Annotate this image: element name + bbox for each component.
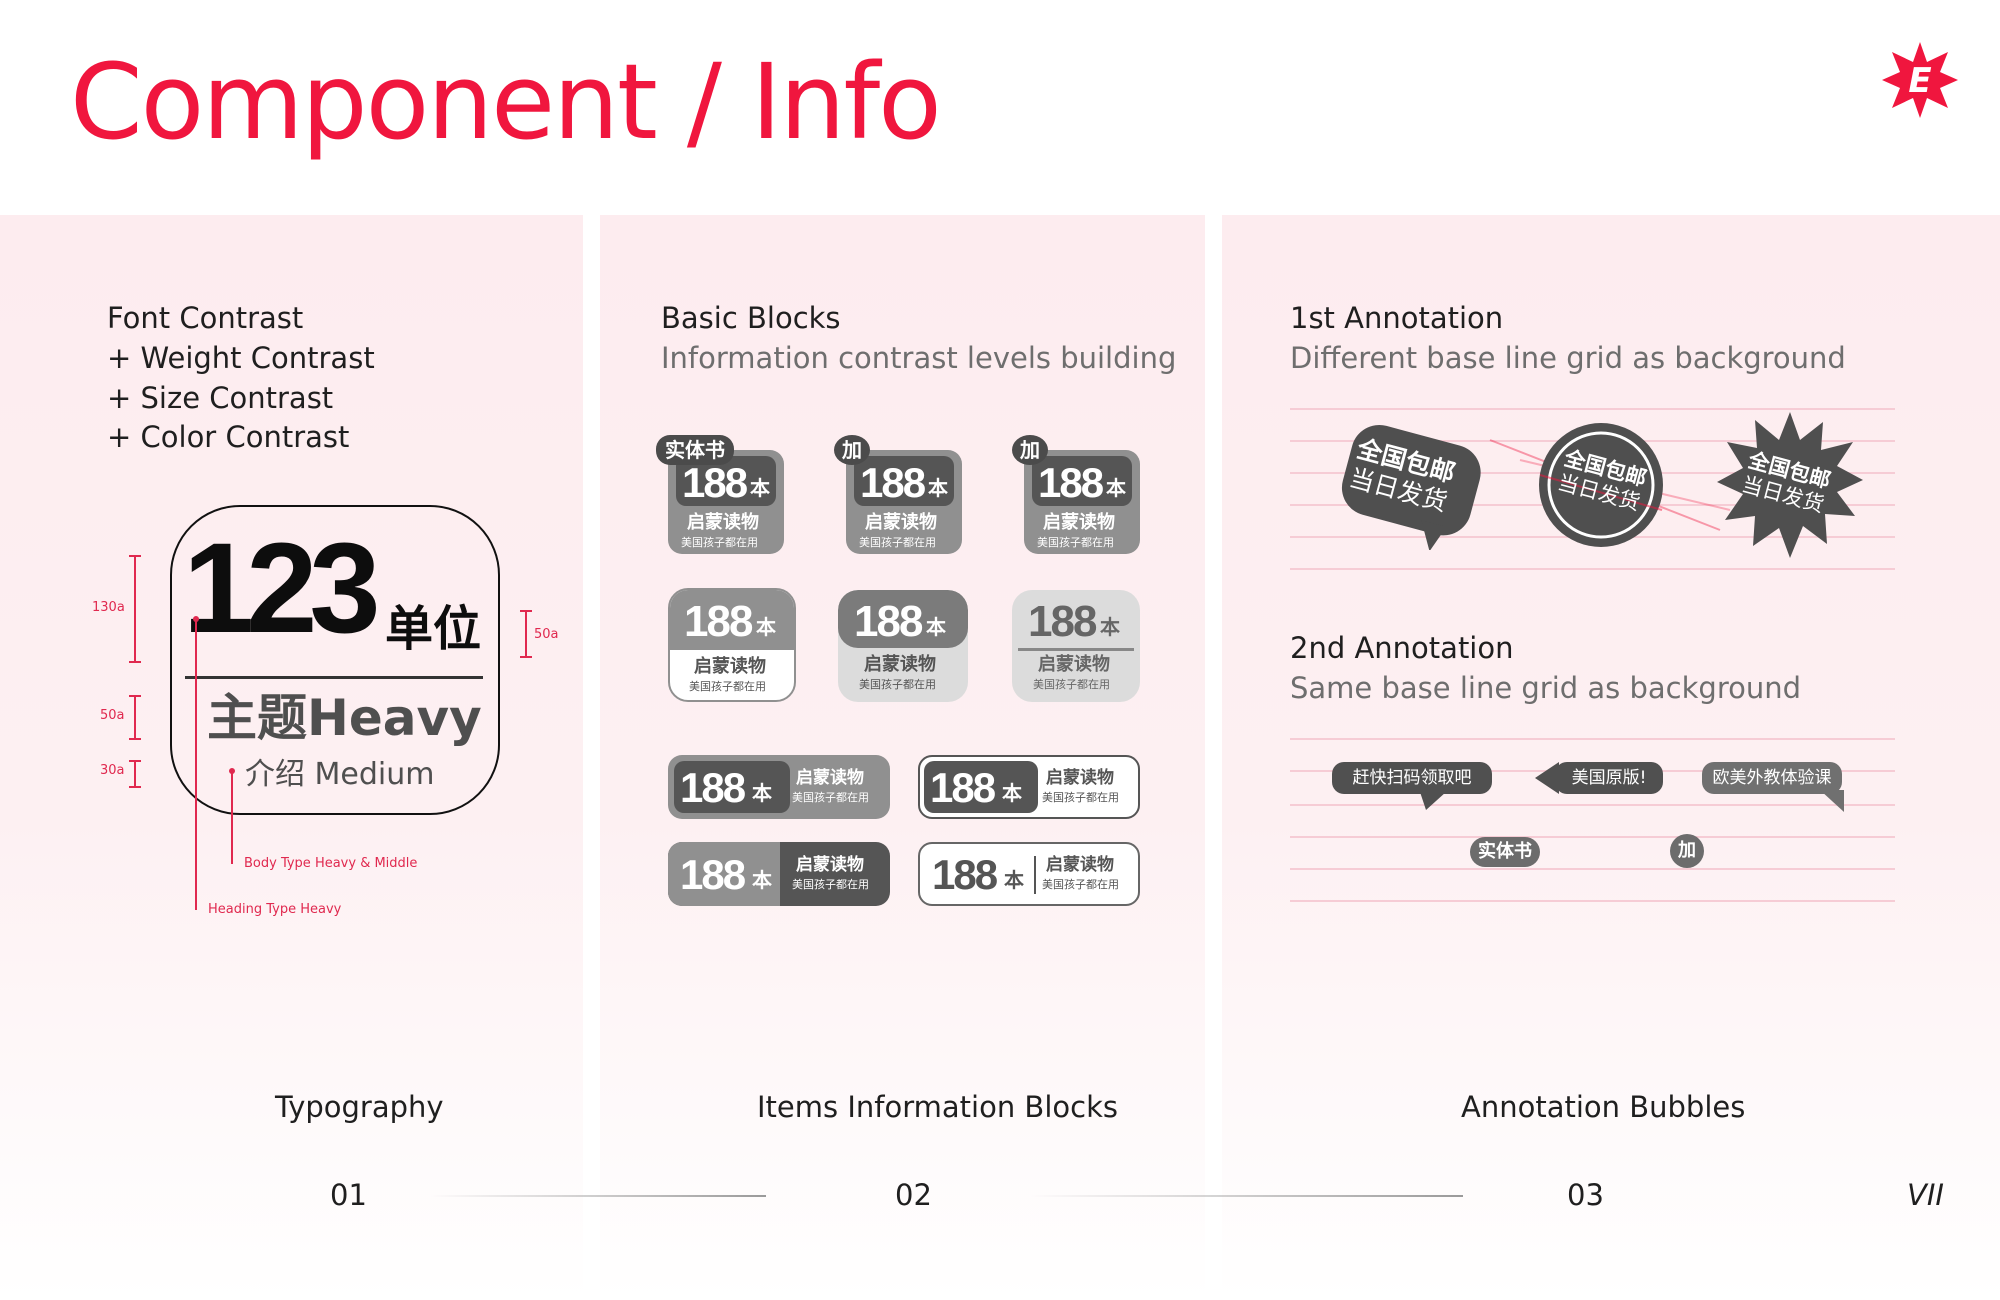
typo-line-1: Font Contrast <box>107 301 304 335</box>
info-block: 188 本 启蒙读物 美国孩子都在用 <box>838 590 968 702</box>
grid-line <box>1290 836 1895 838</box>
dim-bar-30 <box>134 760 136 788</box>
grid-line <box>1290 568 1895 570</box>
footer-num-03: 03 <box>1567 1178 1604 1212</box>
dim-label-50: 50a <box>100 708 125 723</box>
footer-num-02: 02 <box>895 1178 932 1212</box>
dim-cap <box>520 610 532 612</box>
bubble-tail-icon <box>1820 790 1844 812</box>
typo-big-unit: 单位 <box>385 601 482 657</box>
bubble-tail-icon <box>1420 792 1446 810</box>
grid-line <box>1290 738 1895 740</box>
footer-blocks: Items Information Blocks <box>757 1090 1118 1124</box>
bubble-scan-code: 赶快扫码领取吧 <box>1332 762 1492 794</box>
typo-divider <box>185 676 483 679</box>
info-block-wide: 188 本 启蒙读物 美国孩子都在用 <box>918 842 1140 906</box>
footer-connector <box>1030 1195 1463 1197</box>
dim-label-50-right: 50a <box>534 627 559 642</box>
info-block: 188 本 启蒙读物 美国孩子都在用 <box>1012 590 1140 702</box>
dim-cap <box>129 555 141 557</box>
grid-line <box>1290 868 1895 870</box>
annotation-second-title: 2nd Annotation <box>1290 631 1514 665</box>
info-block-wide: 188 本 启蒙读物 美国孩子都在用 <box>918 755 1140 819</box>
dim-label-30: 30a <box>100 763 125 778</box>
note-body-type: Body Type Heavy & Middle <box>244 856 418 871</box>
typo-heavy-text: 主题Heavy <box>207 689 482 747</box>
footer-annotation: Annotation Bubbles <box>1461 1090 1746 1124</box>
blocks-title: Basic Blocks <box>661 301 841 335</box>
pill-add: 加 <box>1670 834 1704 868</box>
page-title: Component / Info <box>70 41 942 163</box>
info-block: 188 本 启蒙读物 美国孩子都在用 <box>668 588 796 702</box>
page-number: VII <box>1907 1178 1944 1212</box>
typo-line-2: + Weight Contrast <box>107 341 375 375</box>
info-block: 188 本 启蒙读物 美国孩子都在用 <box>1024 450 1140 554</box>
blocks-subtitle: Information contrast levels building <box>661 341 1177 375</box>
grid-line <box>1290 900 1895 902</box>
typo-big-number: 123 <box>183 517 381 660</box>
tag-add: 加 <box>1012 435 1048 465</box>
annotation-first-subtitle: Different base line grid as background <box>1290 341 1846 375</box>
dim-bar-50-right <box>525 610 527 658</box>
dim-cap <box>129 738 141 740</box>
grid-line <box>1290 804 1895 806</box>
body-leader-line <box>231 772 233 864</box>
info-block-wide: 188 本 启蒙读物 美国孩子都在用 <box>668 755 890 819</box>
annotation-second-subtitle: Same base line grid as background <box>1290 671 1802 705</box>
svg-text:E: E <box>1908 61 1931 101</box>
dim-bar-50 <box>134 695 136 740</box>
info-block-wide: 188 本 启蒙读物 美国孩子都在用 <box>668 842 890 906</box>
bubble-us-original: 美国原版! <box>1555 762 1663 794</box>
dim-cap <box>129 661 141 663</box>
info-block: 188 本 启蒙读物 美国孩子都在用 <box>668 450 784 554</box>
dim-bar-130 <box>134 555 136 663</box>
dim-cap <box>129 760 141 762</box>
typo-line-4: + Color Contrast <box>107 420 350 454</box>
typo-line-3: + Size Contrast <box>107 381 334 415</box>
brand-logo-icon: E <box>1882 42 1958 118</box>
tag-add: 加 <box>834 435 870 465</box>
dim-cap <box>520 656 532 658</box>
pill-physical-book: 实体书 <box>1470 837 1540 867</box>
typo-medium-text: 介绍 Medium <box>245 757 435 792</box>
info-block: 188 本 启蒙读物 美国孩子都在用 <box>846 450 962 554</box>
dim-label-130: 130a <box>92 600 125 615</box>
note-heading-type: Heading Type Heavy <box>208 902 342 917</box>
footer-connector <box>430 1195 766 1197</box>
annotation-first-title: 1st Annotation <box>1290 301 1504 335</box>
footer-num-01: 01 <box>330 1178 367 1212</box>
dim-cap <box>129 695 141 697</box>
dim-cap <box>129 786 141 788</box>
tag-physical-book: 实体书 <box>656 435 734 465</box>
bubble-tail-icon <box>1535 762 1559 794</box>
heading-leader-line <box>195 620 197 910</box>
footer-typography: Typography <box>275 1090 444 1124</box>
